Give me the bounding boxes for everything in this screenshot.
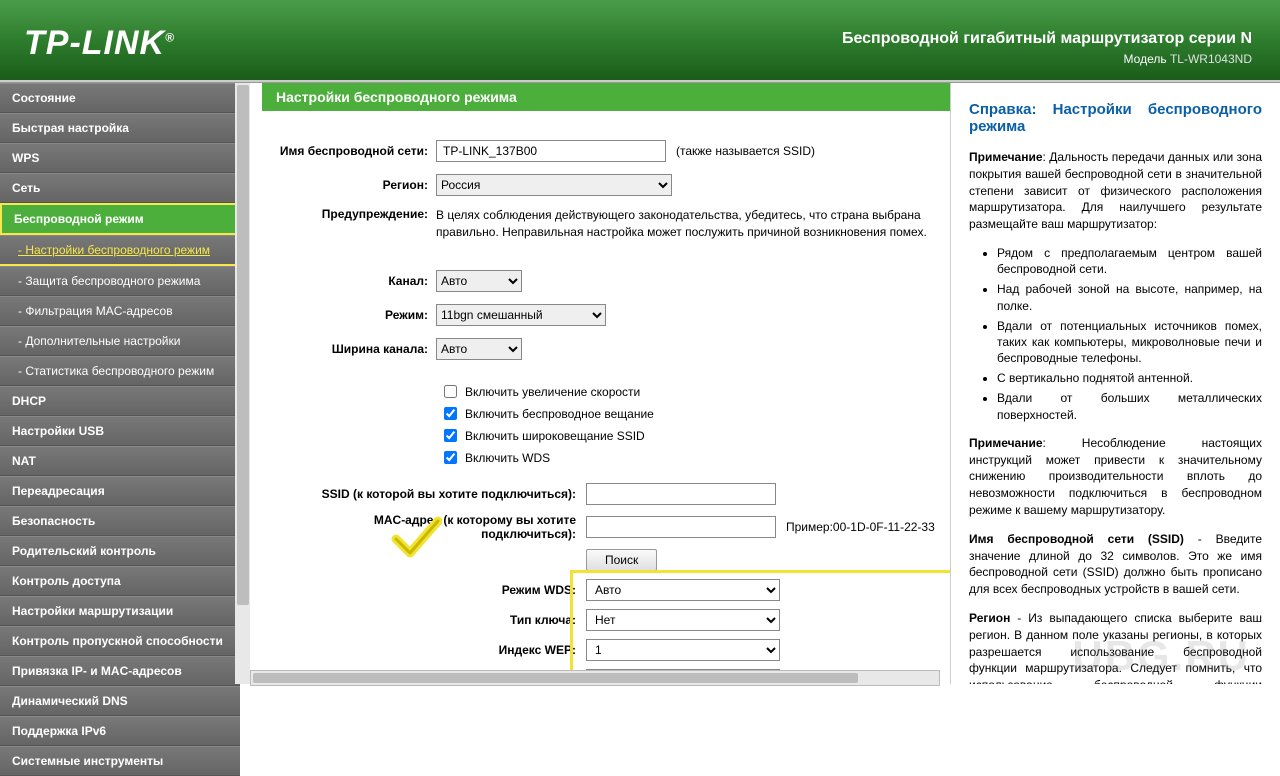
sidebar-wrap: СостояниеБыстрая настройкаWPSСетьБеспров… [0,83,250,684]
sidebar-scrollbar[interactable] [235,83,250,684]
sidebar-item-11[interactable]: Настройки USB [0,416,240,446]
sidebar-item-9[interactable]: - Статистика беспроводного режим [0,356,240,386]
mode-label: Режим: [262,308,436,322]
wds-ssid-input[interactable] [586,483,776,505]
sidebar-item-4[interactable]: Беспроводной режим [0,203,240,235]
ssid-note: (также называется SSID) [676,144,815,158]
help-bullet-4: Вдали от больших металлических поверхнос… [997,390,1262,422]
header: TP-LINK® Беспроводной гигабитный маршрут… [0,0,1280,82]
chk-ssid-bcast-label: Включить широковещание SSID [465,429,645,443]
warn-text: В целях соблюдения действующего законода… [436,207,936,241]
mode-select[interactable]: 11bgn смешанный [436,304,606,326]
header-model: Модель TL-WR1043ND [842,52,1252,66]
wds-mac-input[interactable] [586,516,776,538]
ssid-input[interactable] [436,140,666,162]
chk-wds-label: Включить WDS [465,451,550,465]
page-title: Настройки беспроводного режима [262,83,950,111]
sidebar-item-21[interactable]: Поддержка IPv6 [0,716,240,746]
sidebar-item-8[interactable]: - Дополнительные настройки [0,326,240,356]
chk-radio-label: Включить беспроводное вещание [465,407,654,421]
wds-key-type-label: Тип ключа: [294,613,586,627]
wds-key-type-select[interactable]: Нет [586,609,780,631]
wds-mode-label: Режим WDS: [294,583,586,597]
wds-wep-select[interactable]: 1 [586,639,780,661]
help-bullet-2: Вдали от потенциальных источников помех,… [997,318,1262,367]
sidebar-item-20[interactable]: Динамический DNS [0,686,240,716]
sidebar-item-3[interactable]: Сеть [0,173,240,203]
help-bullet-3: С вертикально поднятой антенной. [997,370,1262,386]
chk-speed-label: Включить увеличение скорости [465,385,640,399]
wds-wep-label: Индекс WEP: [294,643,586,657]
sidebar-item-0[interactable]: Состояние [0,83,240,113]
sidebar-item-17[interactable]: Настройки маршрутизации [0,596,240,626]
help-p4: Регион - Из выпадающего списка выберите … [969,610,1262,684]
channel-select[interactable]: Авто [436,270,522,292]
sidebar-item-16[interactable]: Контроль доступа [0,566,240,596]
sidebar-item-18[interactable]: Контроль пропускной способности [0,626,240,656]
help-bullets: Рядом с предполагаемым центром вашей бес… [997,245,1262,423]
help-title: Справка: Настройки беспроводного режима [969,101,1262,135]
header-right: Беспроводной гигабитный маршрутизатор се… [842,30,1252,66]
sidebar-item-15[interactable]: Родительский контроль [0,536,240,566]
help-p3: Имя беспроводной сети (SSID) - Введите з… [969,531,1262,598]
chwidth-select[interactable]: Авто [436,338,522,360]
ssid-label: Имя беспроводной сети: [262,144,436,158]
chk-wds[interactable] [444,451,457,464]
help-panel: Справка: Настройки беспроводного режима … [950,83,1280,684]
wds-ssid-label: SSID (к которой вы хотите подключиться): [294,487,586,501]
warn-label: Предупреждение: [262,207,436,221]
chk-radio[interactable] [444,407,457,420]
sidebar-item-13[interactable]: Переадресация [0,476,240,506]
wds-mac-example: Пример:00-1D-0F-11-22-33 [786,520,935,534]
region-label: Регион: [262,178,436,192]
sidebar-item-22[interactable]: Системные инструменты [0,746,240,776]
help-p2: Примечание: Несоблюдение настоящих инстр… [969,435,1262,519]
region-select[interactable]: Россия [436,174,672,196]
sidebar-item-12[interactable]: NAT [0,446,240,476]
sidebar-item-7[interactable]: - Фильтрация MAC-адресов [0,296,240,326]
channel-label: Канал: [262,274,436,288]
sidebar-item-2[interactable]: WPS [0,143,240,173]
logo: TP-LINK® [24,24,175,63]
sidebar-item-14[interactable]: Безопасность [0,506,240,536]
main-h-scrollbar[interactable] [250,670,940,686]
main-content: Настройки беспроводного режима Имя беспр… [250,83,950,684]
wds-search-button[interactable]: Поиск [586,549,657,571]
wds-mac-label: MAC-адрес (к которому вы хотите подключи… [294,513,586,541]
sidebar-item-1[interactable]: Быстрая настройка [0,113,240,143]
sidebar-item-10[interactable]: DHCP [0,386,240,416]
help-bullet-1: Над рабочей зоной на высоте, например, н… [997,281,1262,313]
chk-ssid-bcast[interactable] [444,429,457,442]
wds-mode-select[interactable]: Авто [586,579,780,601]
chwidth-label: Ширина канала: [262,342,436,356]
help-bullet-0: Рядом с предполагаемым центром вашей бес… [997,245,1262,277]
chk-speed[interactable] [444,385,457,398]
sidebar-item-5[interactable]: - Настройки беспроводного режим [0,235,240,266]
help-p1: Примечание: Дальность передачи данных ил… [969,149,1262,233]
sidebar-item-19[interactable]: Привязка IP- и MAC-адресов [0,656,240,686]
wds-box: SSID (к которой вы хотите подключиться):… [292,473,950,684]
header-title: Беспроводной гигабитный маршрутизатор се… [842,30,1252,48]
sidebar: СостояниеБыстрая настройкаWPSСетьБеспров… [0,83,240,776]
sidebar-item-6[interactable]: - Защита беспроводного режима [0,266,240,296]
